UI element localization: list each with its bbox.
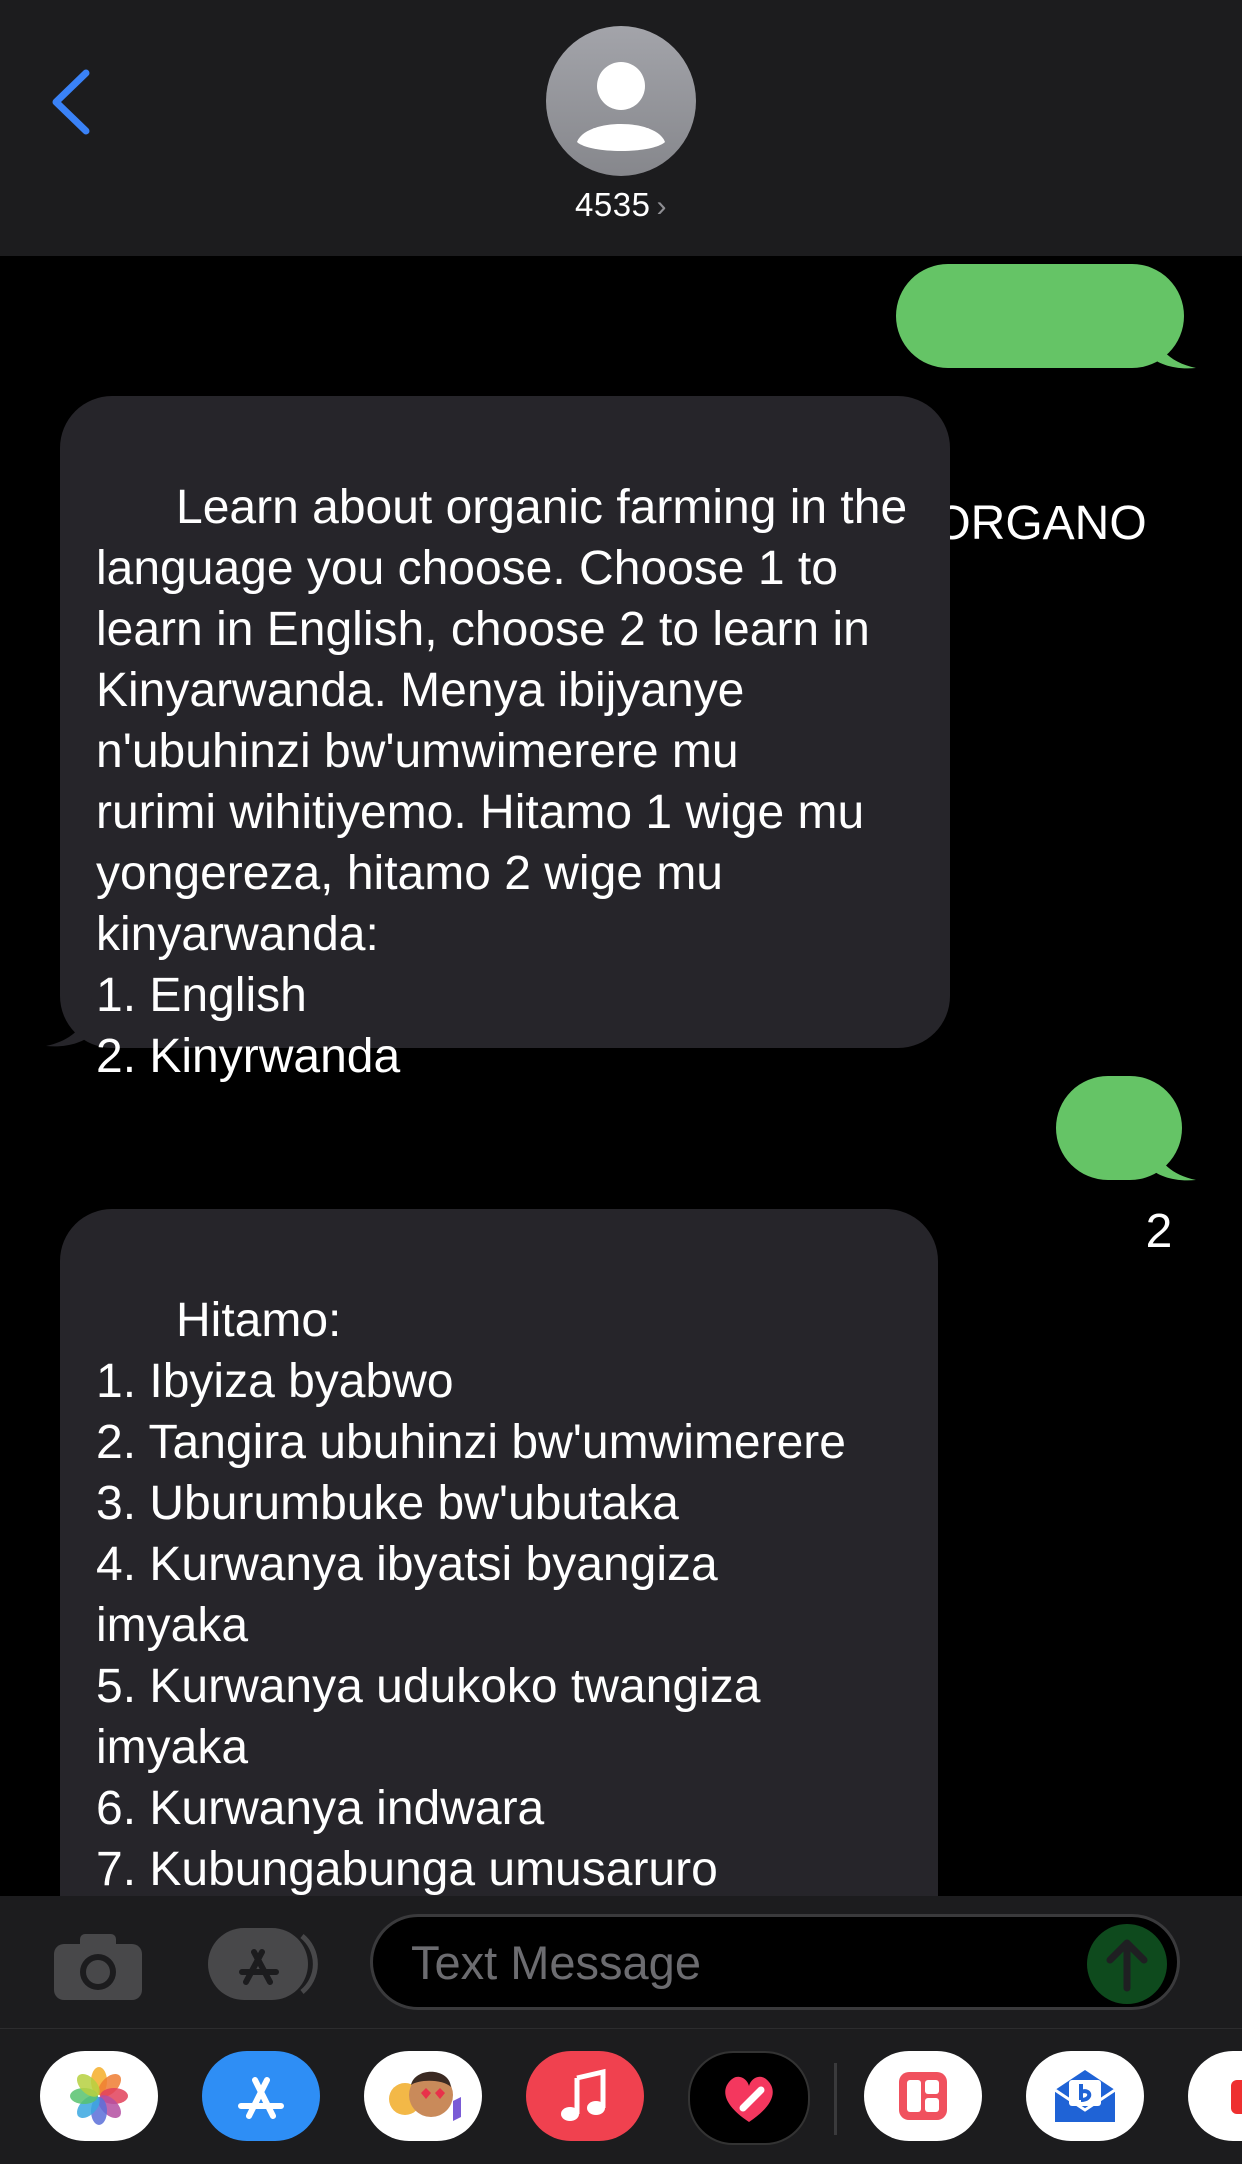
drawer-divider: [834, 2063, 837, 2135]
message-list[interactable]: ORGANO Learn about organic farming in th…: [0, 256, 1242, 1896]
arrow-up-icon: [1106, 1939, 1148, 1992]
photos-icon: [70, 2067, 128, 2125]
messages-screen: 4535 › ORGANO Learn about organic farming…: [0, 0, 1242, 2164]
chevron-left-icon: [52, 69, 90, 135]
photo-widget-app-button[interactable]: [864, 2051, 982, 2141]
message-text: Hitamo: 1. Ibyiza byabwo 2. Tangira ubuh…: [96, 1294, 846, 1896]
apps-button[interactable]: [206, 1924, 318, 2004]
bubble-tail: [1150, 1132, 1196, 1181]
sent-message-bubble[interactable]: ORGANO: [896, 264, 1184, 550]
camera-button[interactable]: [52, 1930, 144, 2002]
partial-app-icon: [1231, 2080, 1242, 2114]
mail-app-icon: [1054, 2070, 1116, 2122]
text-message-input[interactable]: [370, 1914, 1180, 2010]
chevron-right-icon: ›: [656, 190, 667, 223]
digital-touch-app-button[interactable]: [688, 2051, 810, 2145]
contact-name: 4535: [575, 186, 651, 223]
message-text: Learn about organic farming in the langu…: [96, 481, 908, 1083]
memoji-app-button[interactable]: [364, 2051, 482, 2141]
received-message-bubble[interactable]: Learn about organic farming in the langu…: [60, 396, 950, 1083]
app-store-app-button[interactable]: [202, 2051, 320, 2141]
app-store-icon: [238, 2077, 284, 2119]
back-button[interactable]: [40, 62, 100, 142]
photo-widget-icon: [899, 2072, 947, 2120]
send-button[interactable]: [1087, 1924, 1167, 2004]
mail-app-button[interactable]: [1026, 2051, 1144, 2141]
conversation-header: 4535 ›: [0, 0, 1242, 256]
person-icon: [577, 62, 665, 151]
message-text: ORGANO: [933, 497, 1147, 550]
music-icon: [561, 2068, 606, 2121]
bubble-tail: [1150, 320, 1196, 369]
contact-avatar[interactable]: [546, 26, 696, 176]
music-app-button[interactable]: [526, 2051, 644, 2141]
received-message-bubble[interactable]: Hitamo: 1. Ibyiza byabwo 2. Tangira ubuh…: [60, 1209, 938, 1896]
contact-name-row[interactable]: 4535 ›: [0, 186, 1242, 224]
app-drawer: [0, 2028, 1242, 2164]
app-store-icon: [208, 1928, 318, 2000]
bubble-tail: [46, 998, 92, 1047]
memoji-icon: [389, 2071, 461, 2121]
partial-app-button[interactable]: [1188, 2051, 1242, 2141]
compose-bar: [0, 1896, 1242, 2028]
message-text: 2: [1145, 1205, 1173, 1258]
digital-touch-icon: [725, 2076, 773, 2122]
camera-icon: [54, 1934, 142, 2000]
photos-app-button[interactable]: [40, 2051, 158, 2141]
